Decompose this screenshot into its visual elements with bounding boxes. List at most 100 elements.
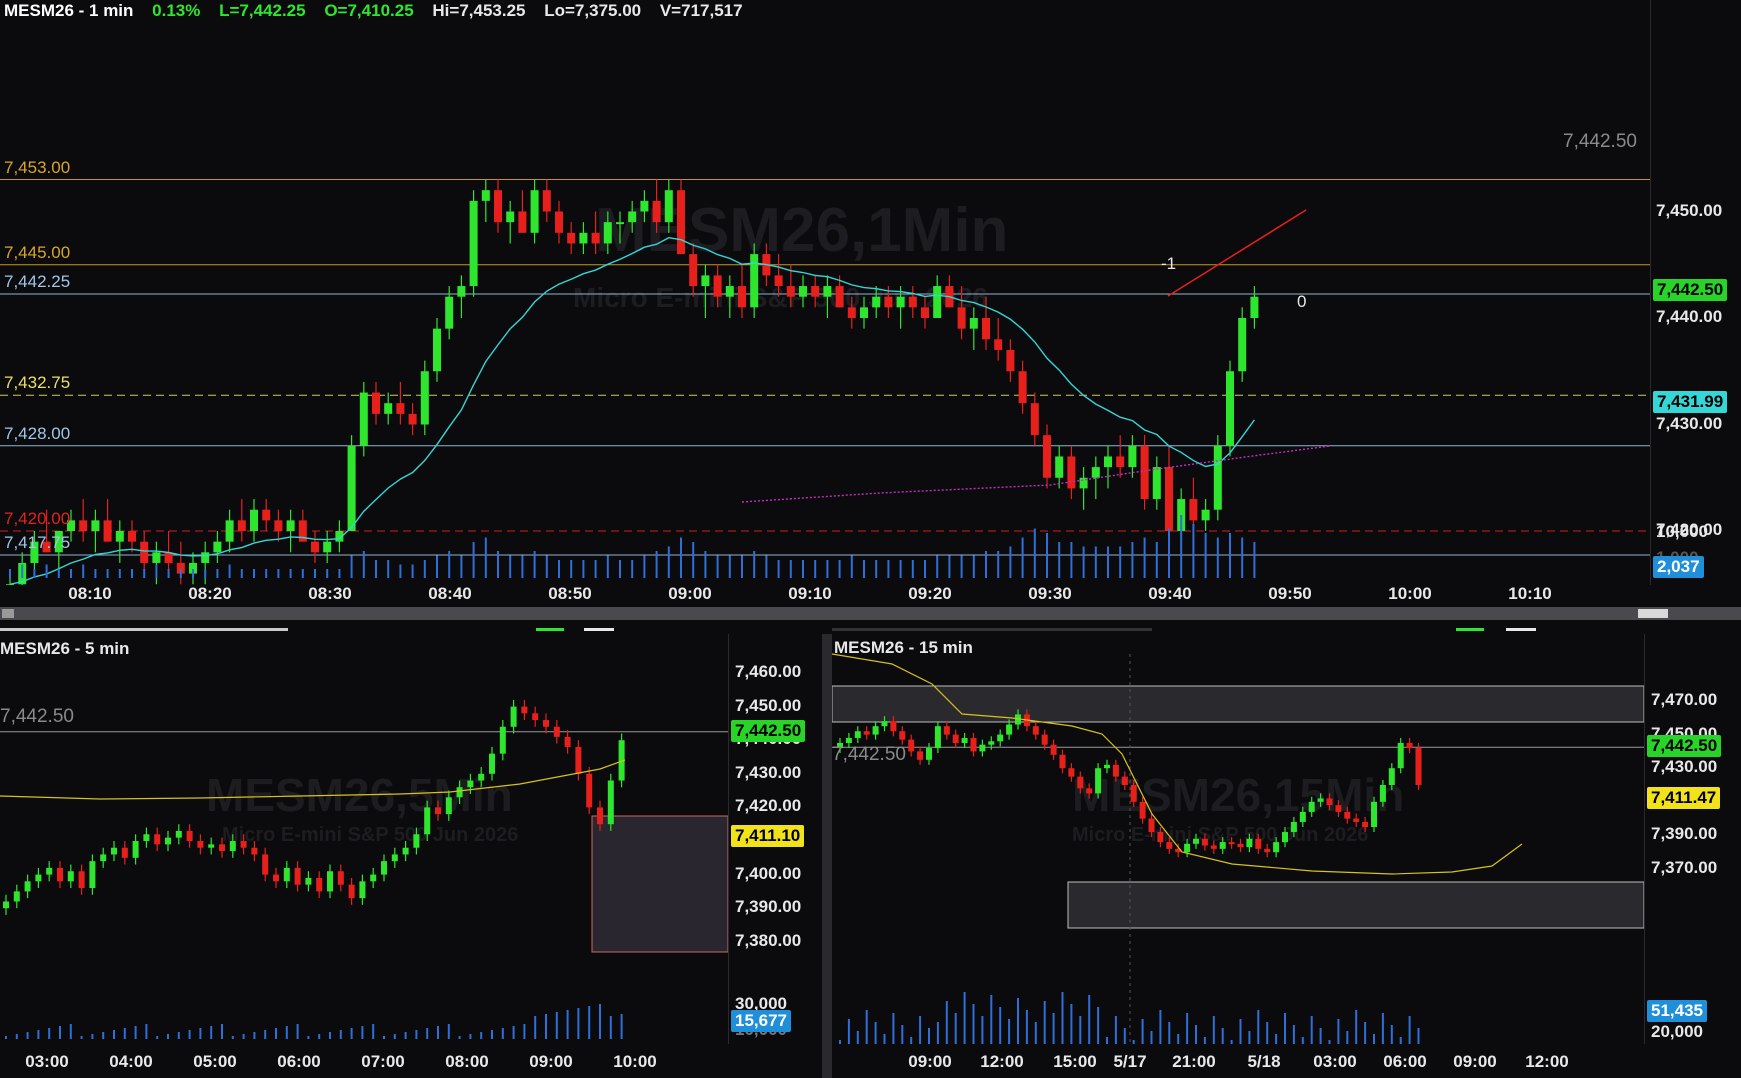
volume-bar — [981, 1016, 984, 1044]
candle-body — [78, 871, 85, 889]
candle-body — [1282, 832, 1288, 843]
volume-bar — [582, 560, 585, 578]
candle-body — [961, 737, 968, 743]
volume-bar — [1364, 1022, 1367, 1044]
candle-body — [469, 200, 478, 287]
time-tick: 5/17 — [1113, 1052, 1147, 1071]
volume-bar — [5, 1036, 7, 1039]
time-tick: 10:00 — [1388, 584, 1432, 603]
volume-tick: 20,000 — [1651, 1022, 1703, 1041]
candle-body — [725, 286, 734, 297]
price-plot-5min[interactable] — [0, 634, 728, 1044]
volume-bar — [1195, 1025, 1197, 1044]
candle-body — [46, 867, 53, 875]
candle-body — [1067, 456, 1076, 489]
candle-body — [1219, 842, 1226, 849]
time-tick: 5/18 — [1247, 1052, 1281, 1071]
level-label: 7,453.00 — [4, 157, 71, 177]
time-tick: 09:00 — [908, 1052, 952, 1071]
candle-body — [1050, 744, 1057, 755]
time-tick: 12:00 — [1525, 1052, 1569, 1071]
candle-body — [872, 726, 879, 735]
volume-bar — [447, 1024, 450, 1039]
price-axis-5min[interactable]: 7,460.007,450.007,440.007,430.007,420.00… — [728, 634, 822, 1044]
chart-5min[interactable]: MESM26 - 5 min MESM26,5Min Micro E-mini … — [0, 634, 822, 1078]
candle-body — [521, 706, 528, 714]
candle-body — [1388, 768, 1395, 785]
candle-body — [433, 328, 441, 372]
volume-bar — [199, 1028, 202, 1039]
volume-bar — [57, 569, 60, 578]
candle-body — [35, 874, 42, 882]
volume-bar — [765, 555, 768, 578]
price-tag: 7,411.10 — [731, 825, 805, 848]
candle-body — [597, 807, 603, 825]
volume-bar — [285, 1026, 288, 1039]
price-axis-15min[interactable]: 7,470.00 7,450.00 7,430.00 7,390.00 7,370.00… — [1644, 634, 1741, 1044]
price-tick: 7,440.00 — [1656, 307, 1723, 326]
volume-bar — [155, 564, 158, 578]
time-tick: 06:00 — [1383, 1052, 1427, 1071]
candle-body — [283, 867, 290, 882]
scrollbar-1min[interactable] — [0, 607, 1741, 620]
volume-bar — [643, 555, 646, 578]
volume-bar — [919, 1016, 922, 1044]
volume-bar — [963, 992, 966, 1044]
volume-bar — [361, 1026, 364, 1039]
candle-body — [1189, 499, 1198, 521]
candle-body — [510, 706, 517, 727]
candle-body — [845, 737, 852, 743]
candle-body — [1246, 838, 1253, 848]
scrollbar-thumb[interactable] — [1638, 609, 1668, 618]
candle-body — [67, 871, 74, 882]
vertical-divider[interactable] — [822, 634, 832, 1078]
candle-body — [1086, 788, 1093, 794]
candle-body — [970, 737, 977, 752]
candle-body — [359, 881, 366, 899]
candle-body — [847, 307, 856, 318]
candle-body — [896, 296, 905, 308]
moving-average-line — [0, 759, 626, 800]
candle-body — [1201, 509, 1210, 521]
price-plot-1min[interactable] — [0, 0, 1650, 585]
volume-bar — [167, 569, 170, 578]
volume-bar — [484, 537, 487, 578]
candle-body — [553, 726, 560, 737]
volume-bar — [70, 569, 72, 578]
price-tick: 7,400.00 — [735, 863, 802, 883]
candle-body — [575, 746, 582, 774]
volume-bar — [307, 1036, 310, 1039]
volume-bar — [1061, 992, 1064, 1044]
volume-bar — [301, 569, 304, 578]
candle-body — [305, 877, 312, 885]
time-tick: 07:00 — [361, 1052, 405, 1071]
volume-bar — [883, 1034, 886, 1044]
scrollbar-left-button[interactable] — [2, 609, 14, 618]
zone-box — [832, 685, 1644, 723]
volume-bar — [1399, 1037, 1402, 1044]
candle-body — [91, 520, 100, 531]
volume-bar — [838, 560, 841, 578]
volume-bar — [1168, 1022, 1171, 1044]
price-plot-15min[interactable] — [832, 634, 1644, 1044]
candle-body — [396, 403, 405, 414]
volume-bar — [145, 1024, 148, 1039]
vwap-line — [741, 445, 1331, 503]
candle-body — [542, 190, 551, 212]
volume-bar — [1204, 533, 1207, 578]
candle-body — [128, 531, 136, 542]
candle-body — [219, 844, 225, 852]
volume-bar — [1046, 533, 1048, 578]
chart-15min[interactable]: MESM26 - 15 min MESM26,15Min Micro E-min… — [832, 634, 1741, 1078]
time-tick: 09:20 — [908, 584, 952, 603]
price-axis-1min[interactable]: 7,450.007,440.007,430.007,420.007,410.00… — [1650, 0, 1741, 620]
divider-accent-green — [536, 628, 564, 631]
chart-1min[interactable]: MESM26 - 1 min 0.13% L=7,442.25 O=7,410.… — [0, 0, 1741, 620]
price-tag: 7,442.50 — [731, 719, 806, 742]
volume-bar — [619, 560, 621, 578]
volume-bar — [850, 555, 853, 578]
candle-body — [154, 834, 161, 845]
volume-bar — [1381, 1013, 1384, 1044]
candle-body — [1228, 842, 1235, 845]
candle-body — [143, 834, 150, 841]
